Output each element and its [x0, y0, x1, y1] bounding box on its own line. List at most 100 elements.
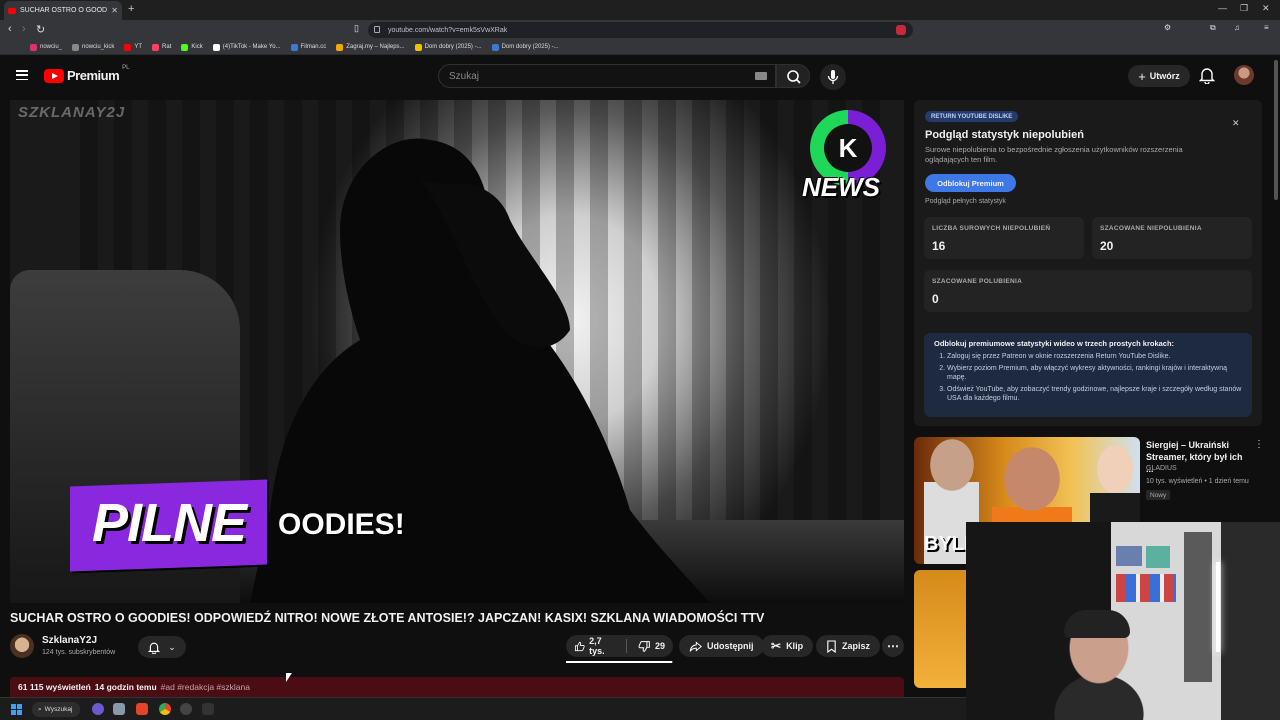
voice-search-button[interactable] [820, 64, 846, 90]
unlock-premium-button[interactable]: Odblokuj Premium [925, 174, 1016, 192]
search-input[interactable]: Szukaj [438, 64, 776, 88]
microphone-icon [827, 70, 839, 84]
premium-steps-box: Odblokuj premiumowe statystyki wideo w t… [924, 333, 1252, 417]
file-explorer-icon[interactable] [113, 703, 125, 715]
news-logo: K NEWS [802, 108, 894, 208]
search-button[interactable] [776, 64, 810, 88]
dislike-button[interactable]: 29 [638, 640, 665, 653]
estimated-likes-stat: SZACOWANE POLUBIENIA 0 [924, 270, 1252, 312]
obs-icon[interactable] [180, 703, 192, 715]
app-icon[interactable] [202, 703, 214, 715]
more-vertical-icon[interactable]: ⋮ [1254, 439, 1264, 450]
save-button[interactable]: Zapisz [816, 635, 881, 657]
step-item: Zaloguj się przez Patreon w oknie rozsze… [947, 352, 1242, 362]
video-player[interactable]: SZKLANAY2J K NEWS PILNE OODIES! [10, 100, 904, 603]
steps-list: Zaloguj się przez Patreon w oknie rozsze… [947, 352, 1242, 404]
back-icon[interactable]: ‹ [8, 23, 12, 35]
extensions-menu-icon[interactable]: ⧉ [1210, 23, 1216, 33]
share-icon [689, 640, 702, 652]
stat-label: LICZBA SUROWYCH NIEPOLUBIEŃ [932, 225, 1051, 232]
bookmark-label: Filman.cc [300, 44, 327, 50]
browser-menu-icon[interactable]: ≡ [1264, 23, 1269, 32]
bookmark-label: Zagraj.my – Najleps... [346, 44, 405, 50]
discord-icon[interactable] [92, 703, 104, 715]
more-actions-button[interactable]: ⋯ [882, 635, 904, 657]
search-icon [787, 70, 801, 84]
bookmark-item[interactable]: Rat [152, 43, 172, 51]
close-icon[interactable]: ✕ [1232, 118, 1240, 129]
channel-watermark: SZKLANAY2J [18, 104, 126, 121]
bookmark-item[interactable]: nowciu_ [30, 43, 62, 51]
tab-title: SUCHAR OSTRO O GOODIES! O [20, 7, 108, 14]
reload-icon[interactable]: ↻ [36, 23, 45, 36]
forward-icon[interactable]: › [22, 23, 26, 35]
bookmark-item[interactable]: Filman.cc [290, 43, 327, 51]
bookmark-label: Rat [162, 44, 172, 50]
brave-icon[interactable] [136, 703, 148, 715]
youtube-play-icon [44, 68, 64, 83]
channel-avatar[interactable] [10, 634, 34, 658]
bookmark-item[interactable]: Dom dobry (2025) -... [491, 43, 559, 51]
step-item: Odśwież YouTube, aby zobaczyć trendy god… [947, 385, 1242, 404]
bookmark-label: (4)TikTok - Make Yo... [222, 44, 281, 50]
bookmark-label: Kick [191, 44, 203, 50]
channel-name[interactable]: SzklanaY2J [42, 635, 97, 646]
share-button[interactable]: Udostępnij [679, 635, 764, 657]
bookmarks-bar: nowciu_ nowciu_kick YT Rat Kick (4)TikTo… [0, 40, 1280, 55]
full-stats-link[interactable]: Podgląd pełnych statystyk [925, 198, 1006, 205]
recommended-video-thumbnail[interactable] [914, 570, 966, 688]
step-item: Wybierz poziom Premium, aby włączyć wykr… [947, 364, 1242, 383]
recommended-channel[interactable]: GLADIUS [1146, 465, 1177, 472]
bookmark-item[interactable]: YT [124, 43, 142, 51]
clip-button[interactable]: ✂ Klip [761, 635, 814, 657]
stat-value: 20 [1100, 239, 1114, 253]
create-button[interactable]: + Utwórz [1128, 65, 1190, 87]
save-playlist-icon [827, 639, 836, 653]
windows-start-icon[interactable] [11, 704, 22, 715]
description-box[interactable]: 61 115 wyświetleń 14 godzin temu #ad #re… [10, 677, 904, 697]
webcam-overlay [966, 522, 1280, 720]
like-button[interactable]: 2,7 tys. [574, 636, 615, 656]
steps-heading: Odblokuj premiumowe statystyki wideo w t… [934, 339, 1175, 348]
notifications-icon[interactable] [1199, 66, 1215, 84]
media-icon[interactable]: ♫ [1234, 23, 1240, 32]
brave-shield-icon[interactable] [896, 25, 906, 35]
youtube-logo[interactable]: Premium PL [44, 65, 129, 83]
bookmark-item[interactable]: Kick [181, 43, 203, 51]
like-divider [626, 639, 627, 653]
youtube-icon [124, 43, 132, 51]
bookmark-icon[interactable]: ▯ [354, 23, 359, 34]
zagraj-icon [336, 43, 344, 51]
like-ratio-bar [566, 661, 673, 663]
video-overlay-text: OODIES! [278, 508, 405, 541]
like-ratio-fill [566, 661, 672, 663]
bookmark-item[interactable]: nowciu_kick [72, 43, 114, 51]
stat-value: 16 [932, 239, 946, 253]
new-badge: Nowy [1146, 490, 1171, 500]
menu-icon[interactable] [16, 70, 28, 80]
url-field[interactable]: youtube.com/watch?v=emk5sVwXRak [368, 22, 913, 38]
new-tab-icon[interactable]: + [128, 3, 134, 15]
youtube-favicon-icon [8, 7, 16, 14]
chrome-icon[interactable] [159, 703, 171, 715]
taskbar-search[interactable]: ⌕ Wyszukaj [32, 702, 80, 717]
bookmark-item[interactable]: (4)TikTok - Make Yo... [212, 43, 281, 51]
search-placeholder: Szukaj [449, 70, 480, 82]
keyboard-icon[interactable] [755, 72, 767, 80]
video-tags[interactable]: #ad #redakcja #szklana [161, 682, 250, 692]
stat-label: SZACOWANE NIEPOLUBIENIA [1100, 225, 1202, 232]
page-scrollbar[interactable] [1274, 60, 1278, 200]
close-tab-icon[interactable]: ✕ [111, 6, 118, 15]
browser-tab[interactable]: SUCHAR OSTRO O GOODIES! O ✕ [4, 1, 122, 20]
bookmark-item[interactable]: Zagraj.my – Najleps... [336, 43, 405, 51]
site-info-icon[interactable] [374, 26, 380, 33]
subscription-notifications-button[interactable]: ⌄ [138, 636, 186, 658]
browser-address-bar: ‹ › ↻ ▯ youtube.com/watch?v=emk5sVwXRak … [0, 20, 1280, 40]
extension-icon[interactable]: ⚙ [1164, 23, 1171, 32]
dislike-count: 29 [654, 641, 665, 651]
minimize-icon[interactable]: — [1218, 3, 1227, 13]
close-window-icon[interactable]: ✕ [1262, 3, 1270, 14]
user-avatar[interactable] [1234, 65, 1254, 85]
maximize-icon[interactable]: ❐ [1240, 3, 1248, 14]
bookmark-item[interactable]: Dom dobry (2025) -... [414, 43, 482, 51]
